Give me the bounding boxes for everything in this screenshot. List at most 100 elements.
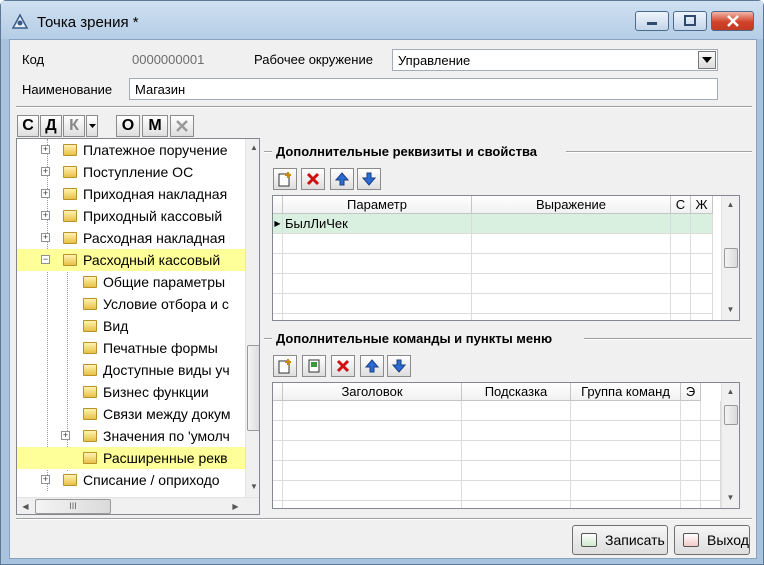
- expand-icon[interactable]: +: [41, 189, 50, 198]
- scroll-down-arrow[interactable]: ▼: [722, 489, 739, 506]
- grid-cell[interactable]: [462, 461, 571, 481]
- scroll-thumb[interactable]: [247, 345, 259, 431]
- grid-header[interactable]: С: [671, 196, 691, 214]
- grid-cell[interactable]: [701, 441, 721, 461]
- commands-grid[interactable]: Заголовок Подсказка Группа команд Э ▲ ▼: [272, 382, 740, 509]
- tree-vscrollbar[interactable]: ▲ ▼: [245, 139, 259, 497]
- tree-btn-m[interactable]: М: [142, 115, 168, 137]
- expand-icon[interactable]: +: [41, 475, 50, 484]
- grid-cell[interactable]: [691, 314, 713, 320]
- grid-header[interactable]: Подсказка: [462, 383, 571, 401]
- exit-button[interactable]: Выход: [674, 525, 750, 555]
- move-down-button[interactable]: [387, 355, 411, 377]
- grid-cell[interactable]: [701, 421, 721, 441]
- grid-cell[interactable]: [472, 254, 671, 274]
- grid-cell[interactable]: [462, 441, 571, 461]
- tree-item[interactable]: Бизнес функции: [83, 381, 209, 403]
- grid-cell[interactable]: [691, 234, 713, 254]
- grid-header[interactable]: Параметр: [283, 196, 472, 214]
- scroll-thumb[interactable]: [724, 248, 738, 268]
- grid-cell[interactable]: [283, 294, 472, 314]
- grid-cell[interactable]: [671, 234, 691, 254]
- grid-cell[interactable]: [691, 214, 713, 234]
- grid-cell[interactable]: [273, 461, 283, 481]
- grid-cell[interactable]: [462, 481, 571, 501]
- grid-cell[interactable]: [283, 274, 472, 294]
- grid-cell[interactable]: [273, 421, 283, 441]
- grid-cell[interactable]: [273, 441, 283, 461]
- grid-cell[interactable]: [691, 254, 713, 274]
- grid-cell[interactable]: [571, 401, 681, 421]
- expand-icon[interactable]: +: [61, 431, 70, 440]
- grid-vscrollbar[interactable]: ▲ ▼: [721, 196, 739, 320]
- tree-btn-o[interactable]: О: [116, 115, 140, 137]
- tree-btn-s[interactable]: С: [17, 115, 39, 137]
- tree-item[interactable]: + Приходный кассовый: [41, 205, 222, 227]
- grid-cell[interactable]: [472, 214, 671, 234]
- grid-header[interactable]: Заголовок: [283, 383, 462, 401]
- grid-cell[interactable]: [701, 481, 721, 501]
- grid-cell[interactable]: [273, 234, 283, 254]
- edit-command-button[interactable]: [302, 355, 326, 377]
- scroll-up-arrow[interactable]: ▲: [246, 139, 259, 156]
- grid-cell[interactable]: [273, 501, 283, 508]
- grid-cell[interactable]: [273, 294, 283, 314]
- move-up-button[interactable]: [330, 168, 354, 190]
- tree-item[interactable]: Общие параметры: [83, 271, 225, 293]
- grid-cell[interactable]: [571, 421, 681, 441]
- scroll-thumb[interactable]: [724, 405, 738, 425]
- grid-cell[interactable]: [681, 421, 701, 441]
- grid-cell[interactable]: [283, 401, 462, 421]
- tree-hscrollbar[interactable]: ◀ III ▶: [17, 497, 259, 514]
- tree-btn-d[interactable]: Д: [40, 115, 62, 137]
- expand-icon[interactable]: +: [41, 233, 50, 242]
- grid-cell[interactable]: [681, 501, 701, 508]
- collapse-icon[interactable]: −: [41, 255, 50, 264]
- grid-header[interactable]: Э: [681, 383, 701, 401]
- scroll-left-arrow[interactable]: ◀: [17, 498, 34, 514]
- minimize-button[interactable]: [635, 11, 669, 31]
- grid-header[interactable]: Выражение: [472, 196, 671, 214]
- grid-cell[interactable]: [671, 294, 691, 314]
- scroll-up-arrow[interactable]: ▲: [722, 196, 739, 213]
- grid-cell[interactable]: [671, 274, 691, 294]
- grid-cell[interactable]: [691, 294, 713, 314]
- scroll-down-arrow[interactable]: ▼: [246, 478, 259, 495]
- grid-cell[interactable]: [691, 274, 713, 294]
- expand-icon[interactable]: +: [41, 167, 50, 176]
- grid-cell[interactable]: [571, 461, 681, 481]
- grid-cell[interactable]: [283, 421, 462, 441]
- move-down-button[interactable]: [357, 168, 381, 190]
- delete-row-button[interactable]: [301, 168, 325, 190]
- properties-grid[interactable]: Параметр Выражение С Ж ▶ БылЛиЧек ▲ ▼: [272, 195, 740, 321]
- grid-cell[interactable]: [571, 481, 681, 501]
- tree-item[interactable]: Доступные виды уч: [83, 359, 230, 381]
- maximize-button[interactable]: [673, 11, 707, 31]
- grid-cell[interactable]: [571, 501, 681, 508]
- grid-cell[interactable]: БылЛиЧек: [283, 214, 472, 234]
- env-select[interactable]: Управление: [392, 49, 718, 71]
- grid-cell[interactable]: [681, 401, 701, 421]
- env-dropdown-button[interactable]: [698, 51, 716, 69]
- tree-item[interactable]: Условие отбора и с: [83, 293, 229, 315]
- grid-cell[interactable]: [701, 401, 721, 421]
- tree-item[interactable]: + Списание / оприходо: [41, 469, 220, 491]
- tree-item[interactable]: + Расходная накладная: [41, 227, 225, 249]
- grid-cell[interactable]: [701, 501, 721, 508]
- close-button[interactable]: [711, 11, 754, 31]
- grid-cell[interactable]: [283, 234, 472, 254]
- grid-cell[interactable]: [681, 441, 701, 461]
- grid-header[interactable]: Группа команд: [571, 383, 681, 401]
- scroll-right-arrow[interactable]: ▶: [227, 498, 244, 514]
- grid-vscrollbar[interactable]: ▲ ▼: [721, 383, 739, 508]
- grid-cell[interactable]: [462, 421, 571, 441]
- add-row-button[interactable]: [273, 168, 297, 190]
- grid-cell[interactable]: [273, 254, 283, 274]
- expand-icon[interactable]: +: [41, 211, 50, 220]
- grid-cell[interactable]: [283, 314, 472, 320]
- tree-btn-dropdown[interactable]: [86, 115, 98, 137]
- expand-icon[interactable]: +: [41, 145, 50, 154]
- grid-cell[interactable]: [462, 401, 571, 421]
- move-up-button[interactable]: [360, 355, 384, 377]
- grid-cell[interactable]: [283, 441, 462, 461]
